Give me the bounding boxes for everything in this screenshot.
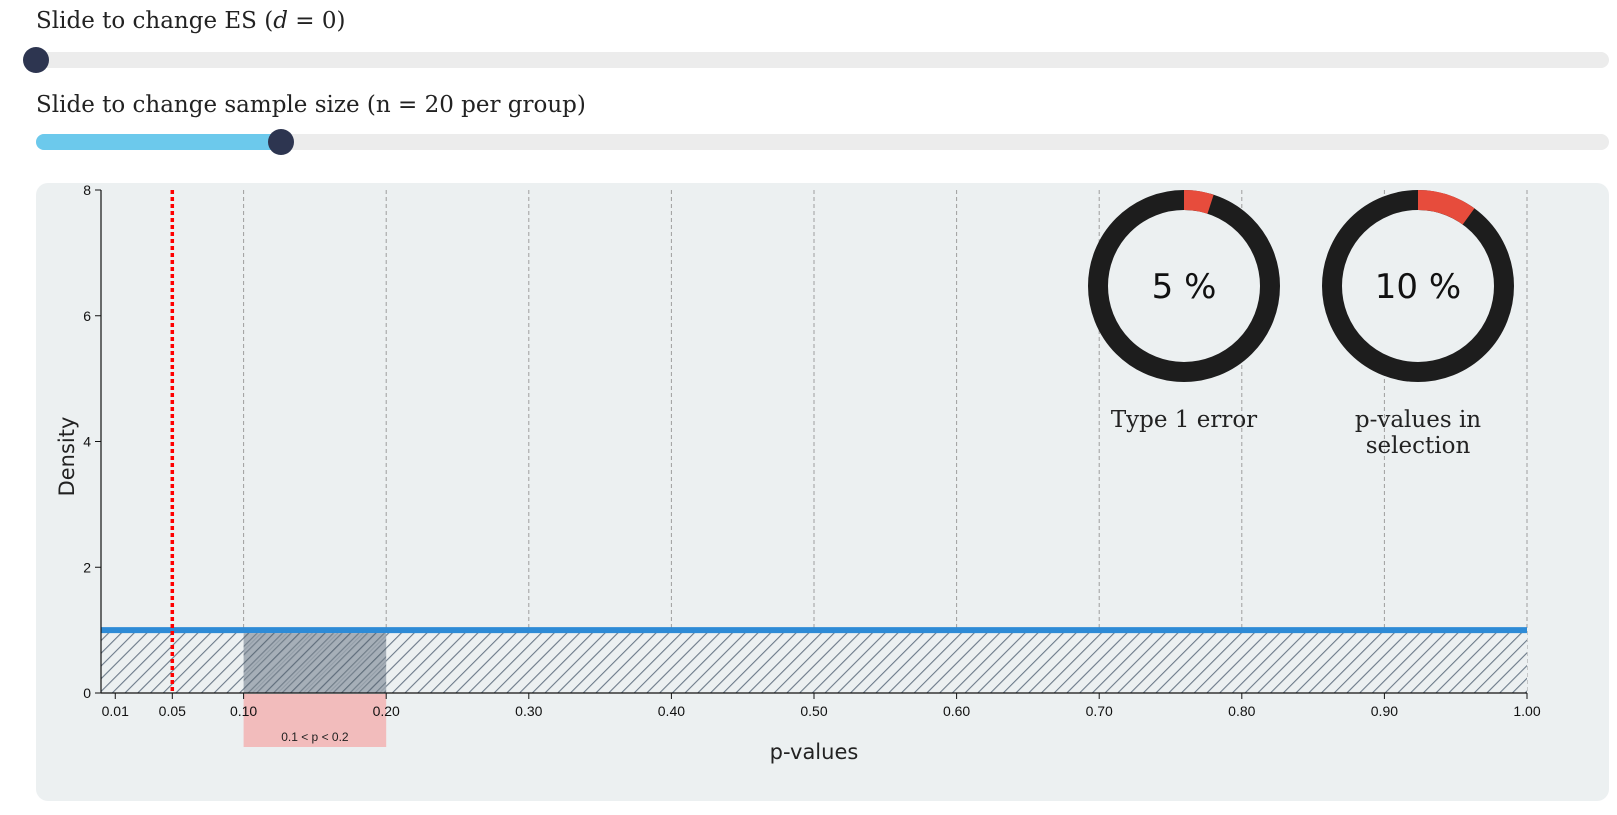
x-tick: 0.01: [102, 693, 129, 719]
chart-panel: 0.1 < p < 0.2 0.01 0.05 0.10 0.20 0.30 0.40 0.…: [36, 183, 1609, 801]
donut-gauge: 5 % Type 1 error: [1088, 190, 1280, 433]
x-tick-label: 0.05: [159, 703, 186, 719]
donut-value: 5 %: [1152, 267, 1217, 307]
y-tick: 2: [83, 559, 101, 575]
x-tick: 0.90: [1371, 693, 1398, 719]
x-tick: 0.70: [1086, 693, 1113, 719]
x-tick-label: 0.10: [230, 703, 257, 719]
y-tick: 8: [83, 183, 101, 198]
y-tick: 4: [83, 434, 101, 450]
x-tick: 0.30: [515, 693, 543, 719]
x-axis-title: p-values: [770, 740, 859, 764]
x-tick-label: 0.60: [943, 703, 970, 719]
y-tick-label: 2: [83, 559, 91, 575]
donut-label: p-values in: [1355, 407, 1481, 433]
x-tick: 0.40: [658, 693, 685, 719]
y-tick-label: 4: [83, 434, 91, 450]
x-tick-label: 0.90: [1371, 703, 1398, 719]
x-tick: 1.00: [1513, 693, 1541, 719]
es-slider-thumb[interactable]: [23, 47, 49, 73]
es-label-prefix: Slide to change ES (: [36, 8, 274, 34]
x-tick-label: 1.00: [1513, 703, 1540, 719]
n-slider-track[interactable]: [36, 129, 1609, 155]
x-tick-label: 0.30: [515, 703, 542, 719]
y-tick-label: 8: [83, 183, 91, 198]
y-axis-title: Density: [55, 417, 79, 497]
es-slider-label: Slide to change ES (d = 0): [36, 8, 345, 34]
donut-label: selection: [1366, 433, 1471, 459]
x-tick-label: 0.01: [102, 703, 129, 719]
x-tick: 0.80: [1228, 693, 1256, 719]
y-tick-label: 6: [83, 308, 91, 324]
n-slider-thumb[interactable]: [268, 129, 295, 155]
x-tick: 0.05: [159, 693, 186, 719]
x-tick-label: 0.80: [1228, 703, 1255, 719]
es-label-variable: d: [273, 8, 288, 34]
x-tick: 0.60: [943, 693, 970, 719]
n-slider-fill: [36, 134, 282, 150]
n-slider-label: Slide to change sample size (n = 20 per …: [36, 92, 586, 118]
x-tick-label: 0.20: [373, 703, 400, 719]
y-tick-label: 0: [83, 685, 91, 701]
es-label-suffix: = 0): [287, 8, 346, 34]
x-tick-label: 0.50: [800, 703, 827, 719]
selection-label: 0.1 < p < 0.2: [281, 730, 349, 744]
donut-value: 10 %: [1375, 267, 1461, 307]
x-tick-label: 0.70: [1086, 703, 1113, 719]
x-tick: 0.50: [800, 693, 828, 719]
es-slider-track[interactable]: [23, 47, 1609, 73]
y-tick: 6: [83, 308, 101, 324]
donut-gauge: 10 % p-values inselection: [1322, 190, 1514, 459]
x-tick-label: 0.40: [658, 703, 685, 719]
y-tick: 0: [83, 685, 101, 701]
donut-label: Type 1 error: [1111, 407, 1257, 433]
p-value-density-chart: 0.1 < p < 0.2 0.01 0.05 0.10 0.20 0.30 0.40 0.…: [55, 183, 1541, 764]
selection-hatch: [243, 633, 387, 693]
